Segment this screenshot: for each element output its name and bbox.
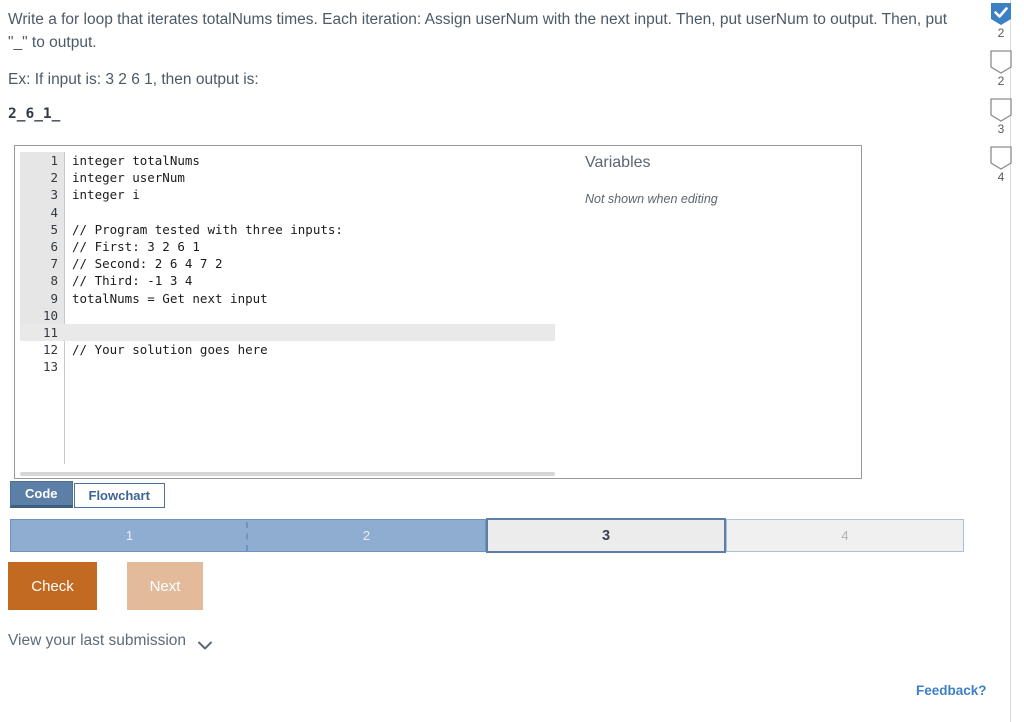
- code-line[interactable]: 12 // Your solution goes here: [20, 341, 555, 358]
- rail-item-1[interactable]: 2: [991, 2, 1024, 40]
- rail-item-2[interactable]: 2: [990, 50, 1024, 88]
- variables-panel: Variables Not shown when editing: [585, 154, 845, 206]
- view-last-submission-toggle[interactable]: View your last submission: [8, 632, 213, 650]
- code-line[interactable]: 11: [20, 323, 555, 342]
- step-2[interactable]: 2: [248, 519, 486, 552]
- line-number: 6: [50, 238, 58, 254]
- line-number: 5: [50, 221, 58, 237]
- exercise-prompt: Write a for loop that iterates totalNums…: [8, 8, 960, 105]
- code-lines[interactable]: 1 integer totalNums 2 integer userNum 3 integ…: [20, 152, 555, 375]
- example-output-text: 2_6_1_: [8, 106, 61, 122]
- line-number: 8: [50, 273, 58, 289]
- rail-item-4[interactable]: 4: [990, 146, 1024, 184]
- line-number: 10: [42, 307, 58, 323]
- code-line[interactable]: 9 totalNums = Get next input: [20, 290, 555, 307]
- horizontal-scrollbar[interactable]: [20, 472, 555, 476]
- editor-view-tabs: Code Flowchart: [10, 481, 165, 508]
- step-4[interactable]: 4: [726, 519, 964, 552]
- line-number: 4: [50, 204, 58, 220]
- code-editor-panel: 1 integer totalNums 2 integer userNum 3 integ…: [14, 145, 862, 479]
- bookmark-outline-icon: [990, 98, 1012, 122]
- line-number: 13: [42, 359, 58, 375]
- rail-item-label: 2: [997, 74, 1005, 88]
- line-source: // Program tested with three inputs:: [72, 221, 343, 237]
- line-source: // Your solution goes here: [72, 342, 268, 358]
- exercise-page: Write a for loop that iterates totalNums…: [0, 0, 1010, 722]
- bookmark-outline-icon: [990, 146, 1012, 170]
- chevron-down-icon: [198, 637, 213, 649]
- line-source: // Third: -1 3 4: [72, 273, 193, 289]
- rail-item-label: 2: [997, 26, 1005, 40]
- code-line[interactable]: 2 integer userNum: [20, 169, 555, 186]
- line-source: // Second: 2 6 4 7 2: [72, 256, 223, 272]
- line-number: 2: [50, 170, 58, 186]
- line-source: integer userNum: [72, 170, 185, 186]
- code-line[interactable]: 7 // Second: 2 6 4 7 2: [20, 255, 555, 272]
- code-line[interactable]: 13: [20, 358, 555, 375]
- code-line[interactable]: 10: [20, 307, 555, 324]
- rail-item-3[interactable]: 3: [990, 98, 1024, 136]
- step-1[interactable]: 1: [10, 519, 248, 552]
- variables-note: Not shown when editing: [585, 192, 718, 206]
- line-number: 3: [50, 187, 58, 203]
- step-3[interactable]: 3: [486, 518, 726, 553]
- next-button[interactable]: Next: [127, 562, 203, 610]
- bookmark-outline-icon: [990, 50, 1012, 74]
- variables-title: Variables: [585, 154, 651, 171]
- code-line[interactable]: 5 // Program tested with three inputs:: [20, 221, 555, 238]
- code-editor-inner: 1 integer totalNums 2 integer userNum 3 integ…: [20, 152, 555, 476]
- line-number: 1: [50, 153, 58, 168]
- check-button[interactable]: Check: [8, 562, 97, 610]
- rail-item-label: 4: [997, 170, 1005, 184]
- view-last-submission-label: View your last submission: [8, 632, 187, 649]
- progress-rail: 2 2 3 4: [990, 0, 1024, 722]
- rail-item-label: 3: [997, 122, 1005, 136]
- tab-code[interactable]: Code: [10, 481, 73, 508]
- feedback-link[interactable]: Feedback?: [916, 683, 987, 698]
- line-source: // First: 3 2 6 1: [72, 238, 200, 254]
- check-icon: [990, 2, 1012, 26]
- code-line[interactable]: 8 // Third: -1 3 4: [20, 272, 555, 289]
- line-number: 12: [42, 342, 58, 358]
- code-line[interactable]: 6 // First: 3 2 6 1: [20, 238, 555, 255]
- line-source: totalNums = Get next input: [72, 290, 268, 306]
- line-number: 7: [50, 256, 58, 272]
- line-number: 11: [42, 324, 58, 340]
- line-number: 9: [50, 290, 58, 306]
- code-line[interactable]: 3 integer i: [20, 186, 555, 203]
- tab-flowchart[interactable]: Flowchart: [73, 483, 165, 508]
- code-line[interactable]: 4: [20, 204, 555, 221]
- line-source: integer i: [72, 187, 140, 203]
- prompt-paragraph-1: Write a for loop that iterates totalNums…: [8, 11, 948, 51]
- line-source: integer totalNums: [72, 153, 200, 168]
- code-line[interactable]: 1 integer totalNums: [20, 152, 555, 169]
- code-area[interactable]: 1 integer totalNums 2 integer userNum 3 integ…: [20, 152, 555, 464]
- prompt-paragraph-2: Ex: If input is: 3 2 6 1, then output is…: [8, 71, 259, 88]
- step-progress-bar: 1 2 3 4: [10, 518, 964, 553]
